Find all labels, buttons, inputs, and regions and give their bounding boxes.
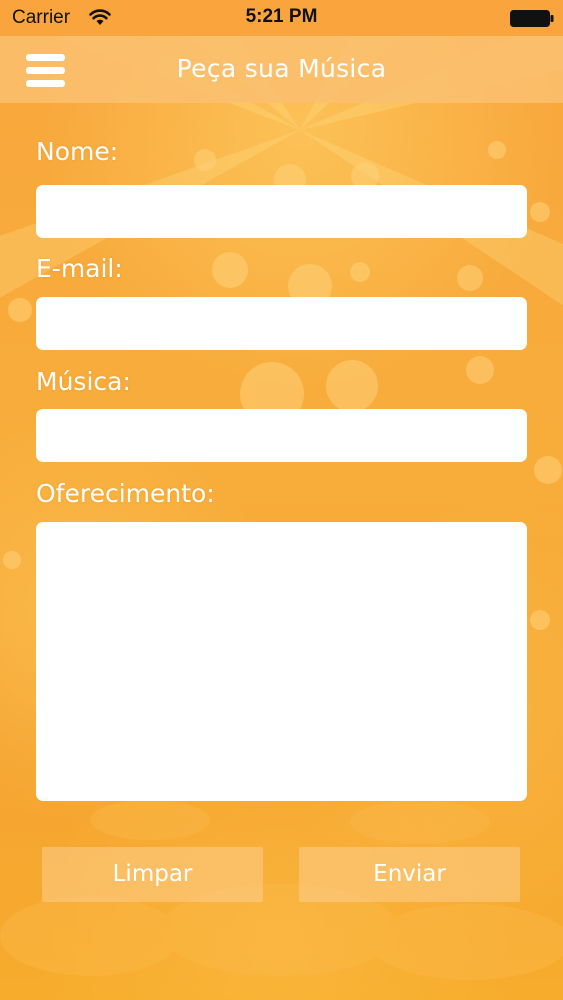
email-label: E-mail: (36, 254, 123, 283)
email-input[interactable] (36, 297, 527, 350)
clear-button[interactable]: Limpar (42, 847, 263, 902)
nome-input[interactable] (36, 185, 527, 238)
nome-label: Nome: (36, 137, 119, 166)
musica-label: Música: (36, 367, 131, 396)
musica-input[interactable] (36, 409, 527, 462)
battery-icon (510, 10, 554, 27)
navigation-bar: Peça sua Música (0, 36, 563, 103)
send-button[interactable]: Enviar (299, 847, 520, 902)
screen: Carrier 5:21 PM Peça sua Música Nome: E-… (0, 0, 563, 1000)
oferecimento-label: Oferecimento: (36, 479, 215, 508)
oferecimento-textarea[interactable] (36, 522, 527, 801)
page-title: Peça sua Música (176, 54, 387, 83)
status-bar: Carrier 5:21 PM (0, 0, 563, 36)
status-time: 5:21 PM (245, 6, 318, 27)
